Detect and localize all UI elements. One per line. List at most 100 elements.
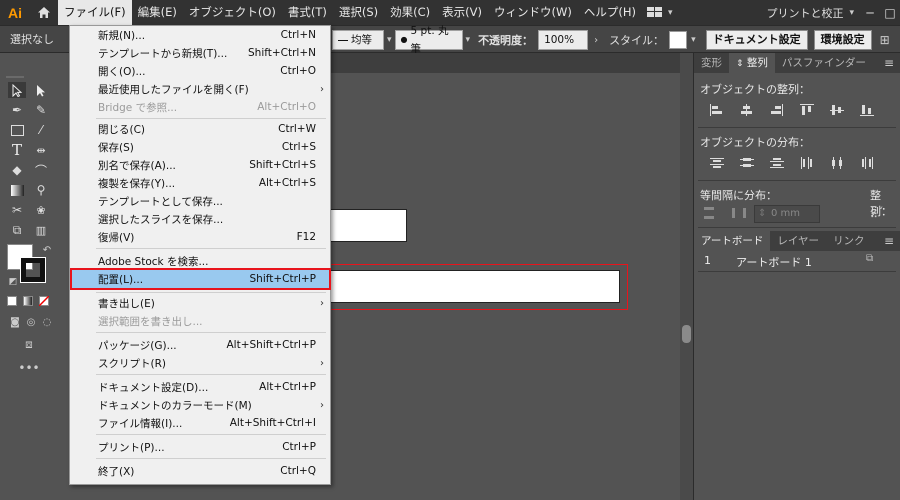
opacity-input[interactable]: 100% bbox=[538, 30, 589, 50]
preferences-button[interactable]: 環境設定 bbox=[813, 30, 872, 50]
chevron-down-icon[interactable]: ▾ bbox=[668, 8, 673, 18]
panel-menu-icon[interactable]: ≡ bbox=[884, 53, 894, 73]
menu-item-file-info[interactable]: ファイル情報(I)... Alt+Shift+Ctrl+I bbox=[70, 414, 330, 432]
maximize-button[interactable]: □ bbox=[880, 6, 900, 20]
reflect-tool-icon[interactable]: ⇹ bbox=[32, 142, 50, 158]
direct-selection-tool-icon[interactable] bbox=[32, 82, 50, 98]
align-to-select[interactable]: ⣿˅ bbox=[870, 205, 884, 218]
menu-item-save-as[interactable]: 別名で保存(A)... Shift+Ctrl+S bbox=[70, 156, 330, 174]
menu-item-open[interactable]: 開く(O)... Ctrl+O bbox=[70, 62, 330, 80]
align-top-icon[interactable] bbox=[792, 104, 822, 116]
chevron-down-icon[interactable]: ▾ bbox=[849, 8, 860, 18]
toolbar-grip[interactable] bbox=[6, 76, 24, 78]
menu-item-export[interactable]: 書き出し(E) › bbox=[70, 294, 330, 312]
chevron-right-icon[interactable]: › bbox=[594, 35, 598, 46]
menu-item-save[interactable]: 保存(S) Ctrl+S bbox=[70, 138, 330, 156]
color-mode-icon[interactable] bbox=[7, 296, 17, 306]
eyedropper-tool-icon[interactable]: ⚲ bbox=[32, 182, 50, 198]
blend-tool-icon[interactable]: ✂ bbox=[8, 202, 26, 218]
menu-item-save-template[interactable]: テンプレートとして保存... bbox=[70, 192, 330, 210]
paintbrush-tool-icon[interactable]: ⁄ bbox=[32, 122, 50, 138]
distribute-bottom-icon[interactable] bbox=[762, 157, 792, 169]
workspace-switcher[interactable]: プリントと校正 bbox=[766, 5, 849, 21]
menu-select[interactable]: 選択(S) bbox=[333, 0, 384, 25]
distribute-right-icon[interactable] bbox=[852, 157, 882, 169]
menu-edit[interactable]: 編集(E) bbox=[132, 0, 183, 25]
document-settings-button[interactable]: ドキュメント設定 bbox=[705, 30, 808, 50]
menu-item-open-recent[interactable]: 最近使用したファイルを開く(F) › bbox=[70, 80, 330, 98]
type-tool-icon[interactable]: T bbox=[8, 141, 26, 159]
distribute-hcenter-icon[interactable] bbox=[822, 157, 852, 169]
chevron-down-icon[interactable]: ▾ bbox=[691, 35, 696, 45]
none-mode-icon[interactable] bbox=[39, 296, 49, 306]
gradient-mode-icon[interactable] bbox=[23, 296, 33, 306]
screen-mode-icon[interactable]: ⧈ bbox=[20, 336, 38, 352]
menu-window[interactable]: ウィンドウ(W) bbox=[488, 0, 578, 25]
tab-align[interactable]: ⇕ 整列 bbox=[729, 53, 775, 73]
artboard-shape[interactable] bbox=[330, 209, 407, 242]
align-right-icon[interactable] bbox=[762, 104, 792, 116]
menu-help[interactable]: ヘルプ(H) bbox=[578, 0, 642, 25]
tab-transform[interactable]: 変形 bbox=[694, 53, 729, 73]
align-hcenter-icon[interactable] bbox=[732, 104, 762, 116]
menu-type[interactable]: 書式(T) bbox=[282, 0, 333, 25]
menu-file[interactable]: ファイル(F) bbox=[58, 0, 132, 25]
spacing-input[interactable]: ⇕ 0 mm bbox=[754, 205, 820, 223]
distribute-spacing-v-icon[interactable] bbox=[702, 207, 716, 222]
scrollbar-thumb[interactable] bbox=[682, 325, 691, 343]
menu-item-save-slices[interactable]: 選択したスライスを保存... bbox=[70, 210, 330, 228]
distribute-spacing-h-icon[interactable] bbox=[732, 207, 746, 222]
swap-fill-stroke-icon[interactable]: ↶ bbox=[38, 242, 56, 258]
tab-layers[interactable]: レイヤー bbox=[770, 231, 826, 251]
selection-tool-icon[interactable] bbox=[8, 82, 26, 98]
opacity-label[interactable]: 不透明度： bbox=[478, 32, 533, 48]
menu-item-print[interactable]: プリント(P)... Ctrl+P bbox=[70, 438, 330, 456]
menu-object[interactable]: オブジェクト(O) bbox=[183, 0, 282, 25]
distribute-left-icon[interactable] bbox=[792, 157, 822, 169]
pen-tool-icon[interactable]: ✒ bbox=[8, 102, 26, 118]
graphic-style-swatch[interactable] bbox=[669, 31, 688, 49]
menu-item-scripts[interactable]: スクリプト(R) › bbox=[70, 354, 330, 372]
chevron-down-icon[interactable]: ▾ bbox=[466, 35, 471, 45]
lasso-tool-icon[interactable]: ⌒ bbox=[32, 162, 50, 178]
rectangle-tool-icon[interactable] bbox=[8, 122, 26, 138]
eraser-tool-icon[interactable]: ◆ bbox=[8, 162, 26, 178]
symbol-sprayer-icon[interactable]: ❀ bbox=[32, 202, 50, 218]
canvas-area[interactable] bbox=[328, 74, 680, 500]
tab-artboards[interactable]: アートボード bbox=[694, 231, 771, 251]
home-icon[interactable] bbox=[30, 0, 58, 25]
stroke-swatch[interactable] bbox=[20, 257, 46, 283]
arrange-documents-icon[interactable] bbox=[642, 0, 668, 25]
menu-item-exit[interactable]: 終了(X) Ctrl+Q bbox=[70, 462, 330, 480]
align-vcenter-icon[interactable] bbox=[822, 104, 852, 116]
more-tools-icon[interactable]: ••• bbox=[18, 360, 39, 376]
menu-item-save-copy[interactable]: 複製を保存(Y)... Alt+Ctrl+S bbox=[70, 174, 330, 192]
menu-item-document-setup[interactable]: ドキュメント設定(D)... Alt+Ctrl+P bbox=[70, 378, 330, 396]
arrange-icon[interactable]: ⊞ bbox=[880, 33, 890, 47]
gradient-tool-icon[interactable] bbox=[8, 182, 26, 198]
stroke-profile-select[interactable]: 均等 bbox=[332, 30, 384, 50]
distribute-top-icon[interactable] bbox=[702, 157, 732, 169]
menu-item-document-color-mode[interactable]: ドキュメントのカラーモード(M) › bbox=[70, 396, 330, 414]
menu-item-close[interactable]: 閉じる(C) Ctrl+W bbox=[70, 120, 330, 138]
minimize-button[interactable]: ─ bbox=[860, 6, 880, 20]
draw-inside-icon[interactable]: ◌ bbox=[38, 314, 56, 330]
curvature-tool-icon[interactable]: ✎ bbox=[32, 102, 50, 118]
tab-pathfinder[interactable]: パスファインダー bbox=[775, 53, 873, 73]
artboard-options-icon[interactable]: ⧉ bbox=[866, 253, 873, 264]
panel-menu-icon[interactable]: ≡ bbox=[884, 231, 894, 251]
menu-item-new[interactable]: 新規(N)... Ctrl+N bbox=[70, 26, 330, 44]
default-colors-icon[interactable]: ◩ bbox=[4, 274, 22, 290]
menu-item-revert[interactable]: 復帰(V) F12 bbox=[70, 228, 330, 246]
vertical-scrollbar[interactable] bbox=[680, 53, 693, 500]
menu-item-package[interactable]: パッケージ(G)... Alt+Shift+Ctrl+P bbox=[70, 336, 330, 354]
distribute-vcenter-icon[interactable] bbox=[732, 157, 762, 169]
artboard-row[interactable]: 1 アートボード 1 ⧉ bbox=[694, 251, 900, 269]
menu-item-new-from-template[interactable]: テンプレートから新規(T)... Shift+Ctrl+N bbox=[70, 44, 330, 62]
align-left-icon[interactable] bbox=[702, 104, 732, 116]
tab-links[interactable]: リンク bbox=[826, 231, 872, 251]
brush-select[interactable]: ● 5 pt. 丸筆 bbox=[394, 25, 463, 55]
chevron-down-icon[interactable]: ▾ bbox=[387, 35, 392, 45]
app-logo: Ai bbox=[8, 4, 22, 21]
align-bottom-icon[interactable] bbox=[852, 104, 882, 116]
